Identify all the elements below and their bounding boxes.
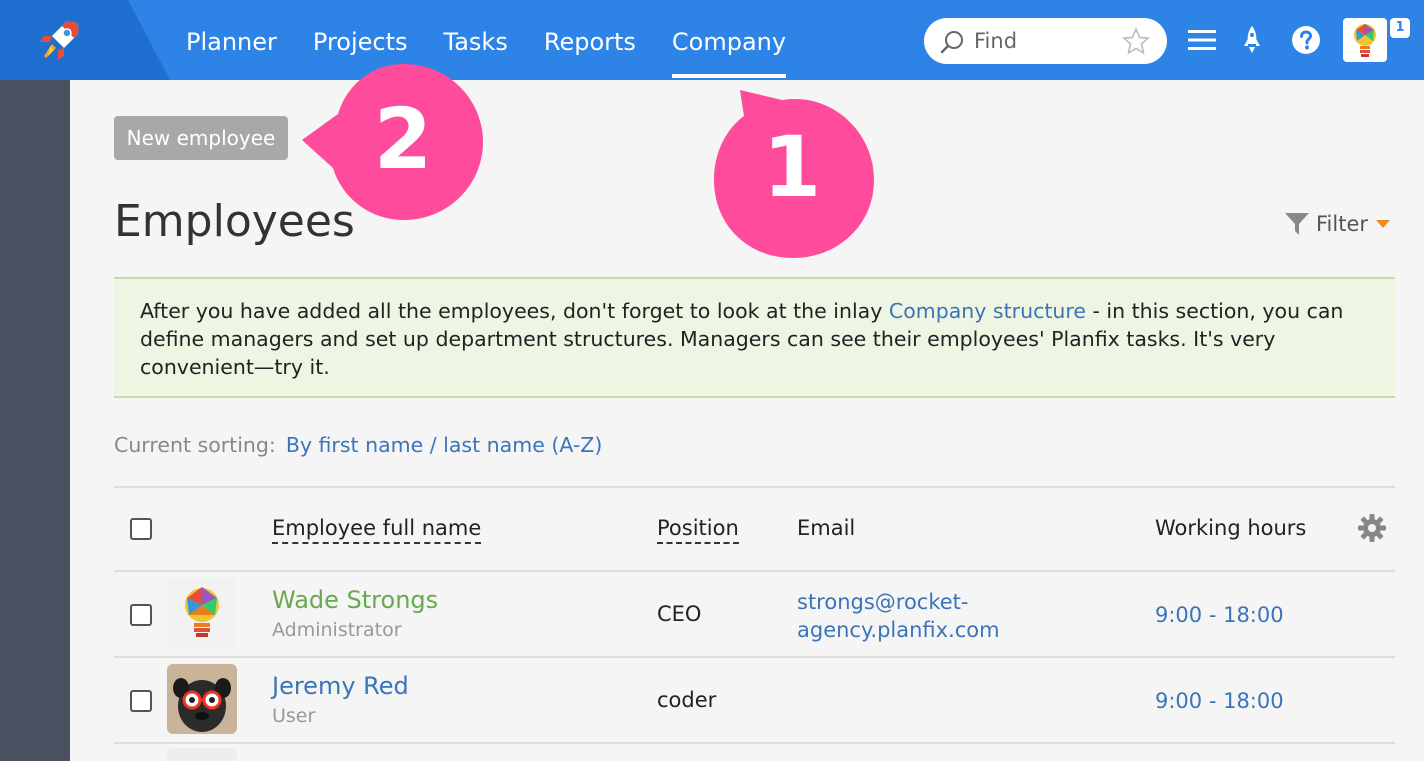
nav-reports[interactable]: Reports (544, 0, 636, 80)
logo-area[interactable] (0, 0, 170, 80)
search-box (924, 18, 1167, 64)
table-row[interactable]: Jeremy Red User coder 9:00 - 18:00 (114, 658, 1395, 744)
rocket-icon[interactable] (1236, 24, 1268, 56)
employee-email[interactable]: strongs@rocket- agency.planfix.com (797, 588, 1000, 644)
filter-dropdown[interactable]: Filter (1284, 208, 1391, 240)
rocket-logo-icon[interactable] (36, 16, 84, 64)
row-checkbox[interactable] (130, 604, 152, 626)
gear-icon[interactable] (1356, 512, 1388, 544)
nav-planner[interactable]: Planner (186, 0, 277, 80)
left-sidebar[interactable] (0, 80, 70, 761)
info-banner: After you have added all the employees, … (114, 277, 1395, 398)
top-navigation-bar: Planner Projects Tasks Reports Company F… (0, 0, 1424, 80)
employee-avatar[interactable] (167, 578, 237, 648)
employee-role: User (272, 705, 316, 727)
caret-down-icon (1376, 220, 1391, 228)
lightbulb-avatar-icon (1354, 24, 1376, 57)
employee-name[interactable]: Wade Strongs (272, 586, 438, 614)
user-avatar[interactable] (1343, 18, 1387, 62)
working-hours-link[interactable]: 9:00 - 18:00 (1155, 687, 1284, 715)
employee-role: Administrator (272, 619, 402, 641)
info-text-before: After you have added all the employees, … (140, 299, 889, 323)
help-icon[interactable] (1290, 24, 1322, 56)
employee-position: coder (657, 688, 717, 712)
current-sorting: Current sorting: By first name / last nam… (114, 433, 602, 457)
company-structure-link[interactable]: Company structure (889, 299, 1086, 323)
sorting-link[interactable]: By first name / last name (A-Z) (286, 433, 603, 457)
header-email: Email (797, 516, 856, 540)
employee-avatar[interactable] (167, 664, 237, 734)
star-favorite-icon[interactable] (1122, 27, 1150, 55)
table-row[interactable]: Wade Strongs Administrator CEO strongs@r… (114, 572, 1395, 658)
email-line-1: strongs@rocket- (797, 590, 969, 614)
nav-company[interactable]: Company (671, 0, 787, 80)
email-line-2: agency.planfix.com (797, 618, 1000, 642)
select-all-checkbox[interactable] (130, 518, 152, 540)
employee-position: CEO (657, 602, 702, 626)
callout-number-2: 2 (373, 90, 433, 188)
employees-table: Employee full name Position Email Workin… (114, 486, 1395, 761)
employee-name[interactable]: Jeremy Red (272, 672, 409, 700)
table-row[interactable] (114, 744, 1395, 761)
menu-icon[interactable] (1186, 24, 1218, 56)
working-hours-link[interactable]: 9:00 - 18:00 (1155, 601, 1284, 629)
header-employee-name[interactable]: Employee full name (272, 516, 482, 544)
callout-number-1: 1 (762, 118, 822, 216)
search-input[interactable] (974, 26, 1124, 56)
header-position[interactable]: Position (657, 516, 739, 544)
sorting-label: Current sorting: (114, 433, 276, 457)
main-nav: Planner Projects Tasks Reports Company (186, 0, 822, 80)
filter-label: Filter (1316, 212, 1369, 236)
pug-with-glasses-avatar-icon (167, 664, 237, 734)
table-header: Employee full name Position Email Workin… (114, 486, 1395, 572)
employee-avatar[interactable] (167, 748, 237, 761)
row-checkbox[interactable] (130, 690, 152, 712)
search-icon[interactable] (940, 29, 966, 55)
notification-badge[interactable]: 1 (1390, 18, 1410, 38)
header-working-hours: Working hours (1155, 516, 1307, 540)
funnel-icon (1285, 213, 1309, 235)
new-employee-button[interactable]: New employee (114, 116, 288, 160)
lightbulb-avatar-icon (167, 578, 237, 648)
